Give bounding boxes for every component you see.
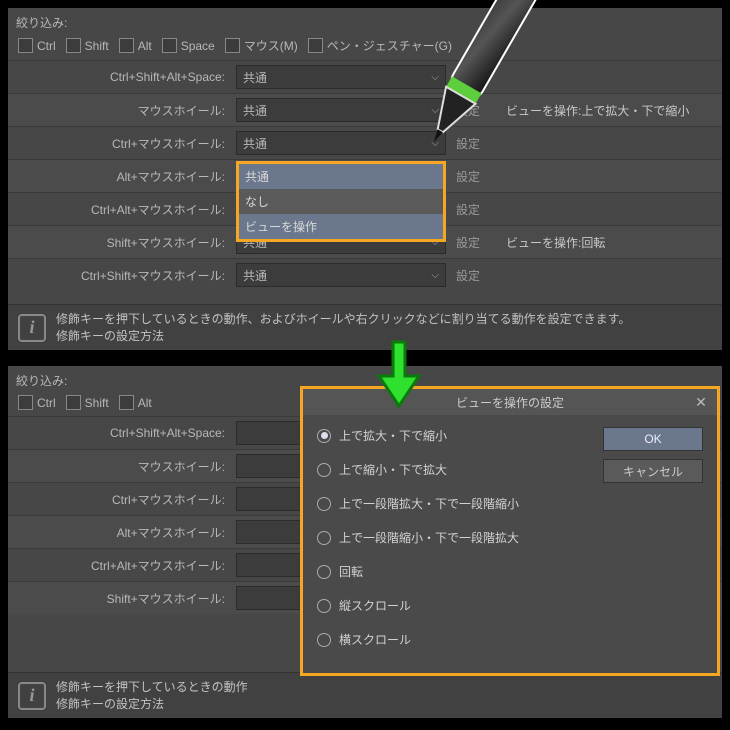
dropdown[interactable]: 共通⌵ bbox=[236, 131, 446, 155]
radio-icon bbox=[317, 429, 331, 443]
dropdown-menu: 共通 なし ビューを操作 bbox=[236, 161, 446, 242]
radio-icon bbox=[317, 633, 331, 647]
settings-link[interactable]: 設定 bbox=[453, 225, 503, 258]
radio-option[interactable]: 縦スクロール bbox=[317, 597, 593, 614]
radio-option[interactable]: 上で縮小・下で拡大 bbox=[317, 461, 593, 478]
radio-option[interactable]: 上で一段階縮小・下で一段階拡大 bbox=[317, 529, 593, 546]
radio-option[interactable]: 横スクロール bbox=[317, 631, 593, 648]
dropdown[interactable]: 共通⌵ bbox=[236, 263, 446, 287]
filter-label: 絞り込み: bbox=[8, 8, 722, 33]
dropdown-item[interactable]: ビューを操作 bbox=[239, 214, 443, 239]
dropdown[interactable]: 共通⌵ bbox=[236, 65, 446, 89]
radio-icon bbox=[317, 463, 331, 477]
close-button[interactable]: ✕ bbox=[691, 392, 711, 412]
settings-link[interactable]: 設定 bbox=[453, 60, 503, 93]
settings-link[interactable]: 設定 bbox=[453, 258, 503, 291]
filter-shift[interactable]: Shift bbox=[66, 38, 109, 53]
radio-option[interactable]: 上で拡大・下で縮小 bbox=[317, 427, 593, 444]
radio-icon bbox=[317, 531, 331, 545]
ok-button[interactable]: OK bbox=[603, 427, 703, 451]
table-row: Ctrl+Shift+Alt+Space: 共通⌵ 設定 bbox=[8, 60, 722, 93]
info-icon: i bbox=[18, 314, 46, 342]
chevron-down-icon: ⌵ bbox=[431, 72, 439, 83]
radio-icon bbox=[317, 599, 331, 613]
filter-alt[interactable]: Alt bbox=[119, 38, 152, 53]
top-panel: 絞り込み: Ctrl Shift Alt Space マウス(M) ペン・ジェス… bbox=[4, 4, 726, 354]
table-row: マウスホイール: 共通⌵ 設定 ビューを操作:上で拡大・下で縮小 bbox=[8, 93, 722, 126]
dropdown-item[interactable]: なし bbox=[239, 189, 443, 214]
chevron-down-icon: ⌵ bbox=[431, 138, 439, 149]
view-operation-dialog: ビューを操作の設定 ✕ 上で拡大・下で縮小 上で縮小・下で拡大 上で一段階拡大・… bbox=[300, 386, 720, 676]
filter-mouse[interactable]: マウス(M) bbox=[225, 37, 298, 54]
settings-link[interactable]: 設定 bbox=[453, 93, 503, 126]
radio-group: 上で拡大・下で縮小 上で縮小・下で拡大 上で一段階拡大・下で一段階縮小 上で一段… bbox=[317, 427, 593, 648]
info-icon: i bbox=[18, 682, 46, 710]
radio-option[interactable]: 上で一段階拡大・下で一段階縮小 bbox=[317, 495, 593, 512]
filter-shift[interactable]: Shift bbox=[66, 395, 109, 410]
settings-link[interactable]: 設定 bbox=[453, 192, 503, 225]
dialog-title-bar: ビューを操作の設定 ✕ bbox=[303, 389, 717, 415]
dropdown[interactable]: 共通⌵ bbox=[236, 98, 446, 122]
filter-ctrl[interactable]: Ctrl bbox=[18, 395, 56, 410]
dropdown-item[interactable]: 共通 bbox=[239, 164, 443, 189]
dialog-title: ビューを操作の設定 bbox=[456, 394, 564, 411]
filter-row: Ctrl Shift Alt Space マウス(M) ペン・ジェスチャー(G) bbox=[8, 33, 722, 60]
info-bar: i 修飾キーを押下しているときの動作 修飾キーの設定方法 bbox=[8, 672, 722, 718]
table-row: Ctrl+Shift+マウスホイール: 共通⌵ 設定 bbox=[8, 258, 722, 291]
radio-option[interactable]: 回転 bbox=[317, 563, 593, 580]
info-bar: i 修飾キーを押下しているときの動作、およびホイールや右クリックなどに割り当てる… bbox=[8, 304, 722, 350]
table-row: Ctrl+マウスホイール: 共通⌵ 設定 bbox=[8, 126, 722, 159]
filter-alt[interactable]: Alt bbox=[119, 395, 152, 410]
settings-link[interactable]: 設定 bbox=[453, 159, 503, 192]
radio-icon bbox=[317, 565, 331, 579]
radio-icon bbox=[317, 497, 331, 511]
settings-link[interactable]: 設定 bbox=[453, 126, 503, 159]
chevron-down-icon: ⌵ bbox=[431, 270, 439, 281]
filter-ctrl[interactable]: Ctrl bbox=[18, 38, 56, 53]
chevron-down-icon: ⌵ bbox=[431, 105, 439, 116]
filter-pen[interactable]: ペン・ジェスチャー(G) bbox=[308, 37, 452, 54]
cancel-button[interactable]: キャンセル bbox=[603, 459, 703, 483]
filter-space[interactable]: Space bbox=[162, 38, 215, 53]
